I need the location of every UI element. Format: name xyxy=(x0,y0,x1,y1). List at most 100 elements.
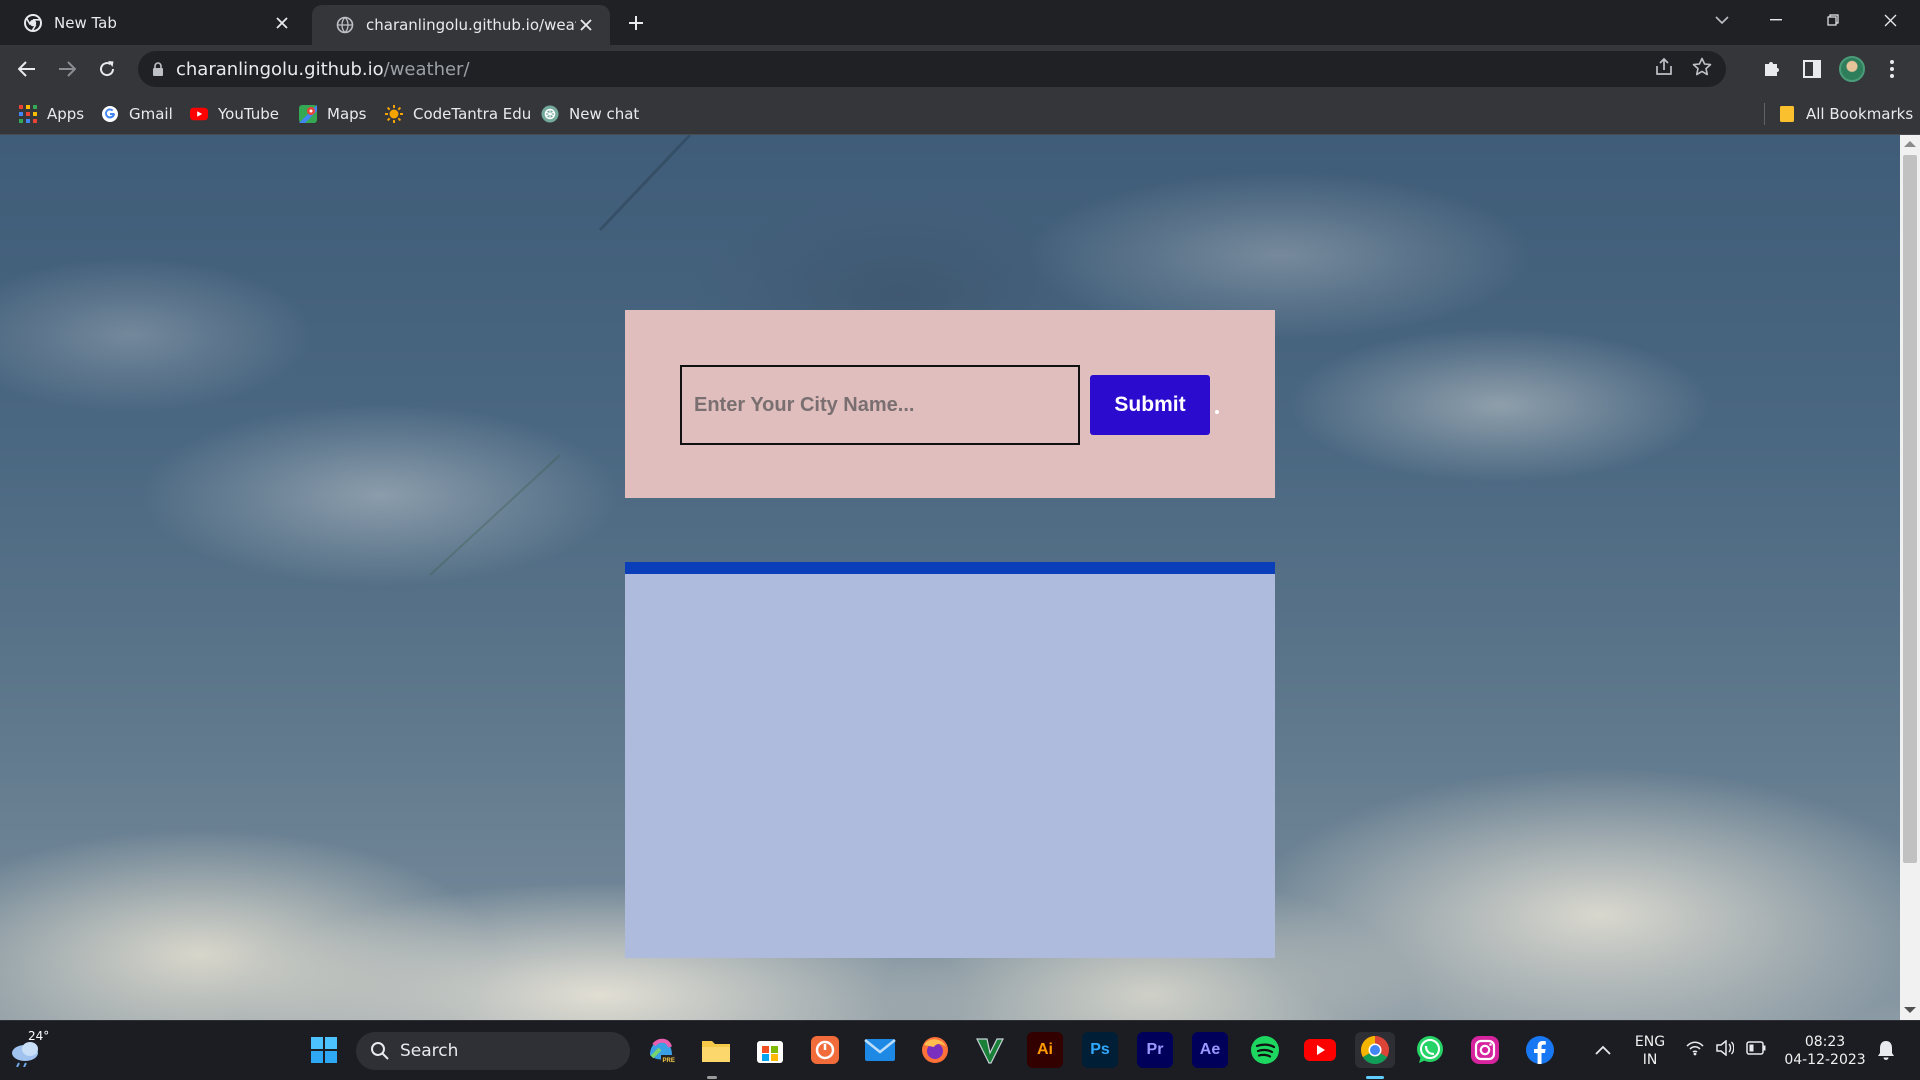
svg-text:PRE: PRE xyxy=(663,1058,675,1064)
file-explorer-app-icon[interactable] xyxy=(698,1032,734,1068)
windows-taskbar: 24° Search PRE Ai Ps Pr Ae ENG IN 08:23 … xyxy=(0,1020,1920,1080)
arrow-left-icon xyxy=(18,61,35,77)
new-tab-button[interactable] xyxy=(622,9,650,37)
back-button[interactable] xyxy=(11,53,43,85)
reload-button[interactable] xyxy=(91,53,123,85)
avatar xyxy=(1839,56,1865,82)
vim-app-icon[interactable] xyxy=(972,1032,1008,1068)
google-icon xyxy=(101,105,119,123)
whatsapp-app-icon[interactable] xyxy=(1412,1032,1448,1068)
extensions-button[interactable] xyxy=(1756,53,1788,85)
bookmark-new-chat[interactable]: New chat xyxy=(541,93,639,134)
bookmark-gmail[interactable]: Gmail xyxy=(101,93,173,134)
globe-icon xyxy=(336,16,354,34)
close-icon xyxy=(1884,14,1896,26)
show-hidden-icons-button[interactable] xyxy=(1585,1032,1621,1068)
lock-icon xyxy=(153,61,163,76)
restore-button[interactable] xyxy=(1805,0,1861,40)
notifications-button[interactable] xyxy=(1868,1032,1904,1068)
side-panel-button[interactable] xyxy=(1796,53,1828,85)
bookmarks-divider xyxy=(1764,103,1765,125)
bookmark-label: YouTube xyxy=(218,104,279,123)
profile-button[interactable] xyxy=(1836,53,1868,85)
tab-title: charanlingolu.github.io/weather/ xyxy=(366,16,576,34)
scroll-thumb[interactable] xyxy=(1903,155,1917,863)
reload-icon xyxy=(100,61,115,77)
instagram-app-icon[interactable] xyxy=(1467,1032,1503,1068)
chevron-down-icon xyxy=(1715,16,1729,25)
start-button[interactable] xyxy=(306,1032,342,1068)
bookmark-star-icon[interactable] xyxy=(1692,57,1712,77)
bookmark-youtube[interactable]: YouTube xyxy=(190,93,279,134)
chrome-icon xyxy=(24,13,42,32)
bookmark-label: Apps xyxy=(47,104,85,123)
mail-app-icon[interactable] xyxy=(862,1032,898,1068)
restore-icon xyxy=(1827,14,1839,26)
premiere-pro-app-icon[interactable]: Pr xyxy=(1137,1032,1173,1068)
decorative-dot xyxy=(1215,410,1219,414)
url-path: /weather/ xyxy=(383,58,470,80)
wifi-icon xyxy=(1686,1041,1704,1056)
bookmark-label: Gmail xyxy=(129,104,173,123)
weather-widget[interactable]: 24° xyxy=(10,1029,50,1069)
firefox-app-icon[interactable] xyxy=(917,1032,953,1068)
close-tab-icon[interactable] xyxy=(576,15,596,35)
volume-icon xyxy=(1716,1040,1734,1056)
address-bar[interactable]: charanlingolu.github.io/weather/ xyxy=(138,51,1726,87)
minimize-icon xyxy=(1770,19,1782,21)
chrome-app-icon[interactable] xyxy=(1355,1032,1395,1068)
tab-new-tab[interactable]: New Tab xyxy=(0,0,306,45)
after-effects-app-icon[interactable]: Ae xyxy=(1192,1032,1228,1068)
clock[interactable]: 08:23 04-12-2023 xyxy=(1780,1033,1870,1069)
running-indicator xyxy=(707,1076,717,1079)
folder-icon xyxy=(1778,105,1796,123)
city-name-input[interactable] xyxy=(680,365,1080,445)
menu-button[interactable] xyxy=(1876,53,1908,85)
spotify-app-icon[interactable] xyxy=(1247,1032,1283,1068)
kebab-menu-icon xyxy=(1890,60,1894,78)
plus-icon xyxy=(629,16,643,30)
system-tray-quick-settings[interactable] xyxy=(1686,1040,1766,1056)
weather-result-card xyxy=(625,562,1275,958)
bookmark-maps[interactable]: Maps xyxy=(299,93,366,134)
minimize-button[interactable] xyxy=(1748,0,1804,40)
forward-button[interactable] xyxy=(51,53,83,85)
page-scrollbar[interactable] xyxy=(1900,135,1920,1020)
orange-app-icon[interactable] xyxy=(807,1032,843,1068)
tab-weather[interactable]: charanlingolu.github.io/weather/ xyxy=(312,5,610,45)
browser-title-bar: New Tab charanlingolu.github.io/weather/ xyxy=(0,0,1920,45)
chatgpt-icon xyxy=(541,105,559,123)
bookmark-codetantra[interactable]: CodeTantra Edu xyxy=(385,93,531,134)
all-bookmarks-label: All Bookmarks xyxy=(1806,104,1914,123)
city-search-form: Submit xyxy=(625,310,1275,498)
photoshop-app-icon[interactable]: Ps xyxy=(1082,1032,1118,1068)
tab-search-button[interactable] xyxy=(1694,0,1750,40)
scroll-down-arrow-icon[interactable] xyxy=(1904,1007,1916,1013)
bookmark-apps[interactable]: Apps xyxy=(19,93,84,134)
close-window-button[interactable] xyxy=(1862,0,1918,40)
facebook-app-icon[interactable] xyxy=(1522,1032,1558,1068)
copilot-app-icon[interactable]: PRE xyxy=(643,1032,679,1068)
submit-button[interactable]: Submit xyxy=(1090,375,1210,435)
microsoft-store-app-icon[interactable] xyxy=(752,1032,788,1068)
windows-logo-icon xyxy=(311,1037,337,1063)
bookmark-label: Maps xyxy=(327,104,367,123)
browser-toolbar: charanlingolu.github.io/weather/ xyxy=(0,45,1920,93)
taskbar-search[interactable]: Search xyxy=(356,1032,630,1070)
clock-date: 04-12-2023 xyxy=(1784,1052,1866,1068)
share-icon[interactable] xyxy=(1654,57,1674,77)
scroll-up-arrow-icon[interactable] xyxy=(1904,141,1916,147)
maps-icon xyxy=(299,104,317,123)
illustrator-app-icon[interactable]: Ai xyxy=(1027,1032,1063,1068)
youtube-app-icon[interactable] xyxy=(1302,1032,1338,1068)
puzzle-icon xyxy=(1765,62,1779,76)
page-viewport: Submit xyxy=(0,135,1900,1020)
running-indicator xyxy=(1366,1076,1384,1079)
all-bookmarks-button[interactable]: All Bookmarks xyxy=(1778,93,1913,134)
language-indicator[interactable]: ENG IN xyxy=(1628,1033,1672,1069)
battery-icon xyxy=(1746,1041,1766,1055)
side-panel-icon xyxy=(1803,60,1821,78)
url-text: charanlingolu.github.io/weather/ xyxy=(176,59,470,80)
bookmark-label: CodeTantra Edu xyxy=(413,104,532,123)
close-tab-icon[interactable] xyxy=(272,13,292,33)
